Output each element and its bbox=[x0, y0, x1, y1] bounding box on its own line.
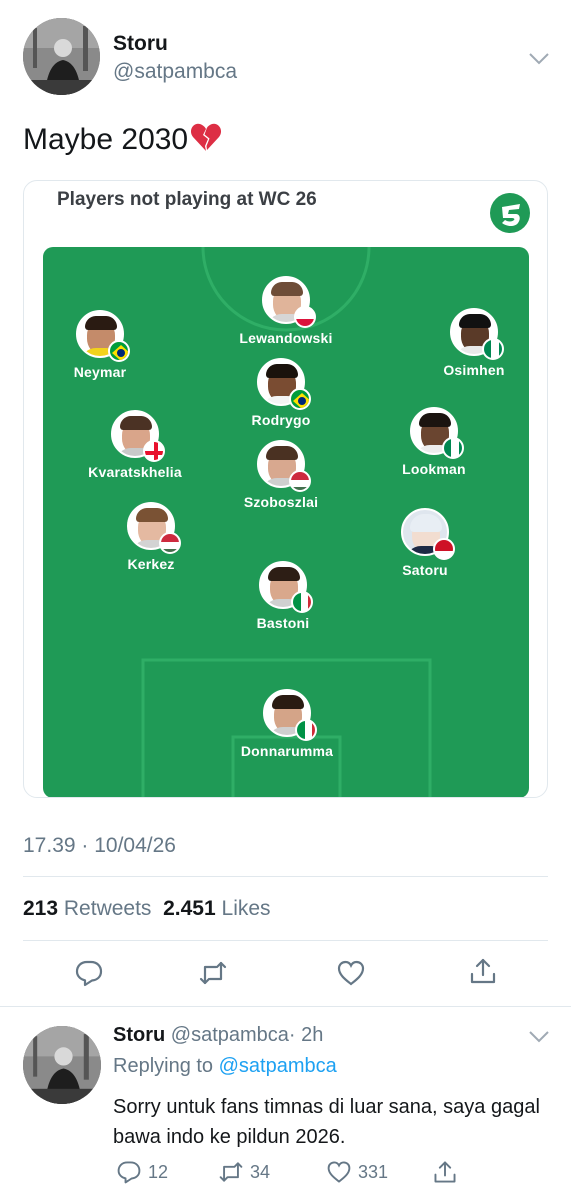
replying-to: Replying to @satpambca bbox=[113, 1055, 337, 1078]
author-name[interactable]: Storu bbox=[113, 32, 168, 56]
georgia-flag-icon bbox=[143, 440, 165, 462]
tweet-timestamp[interactable]: 17.39 · 10/04/26 bbox=[23, 834, 176, 858]
reply-like-button[interactable]: 331 bbox=[326, 1158, 388, 1186]
brazil-flag-icon bbox=[289, 388, 311, 410]
player-name: Lookman bbox=[402, 461, 466, 477]
share-icon bbox=[470, 958, 496, 984]
player-name: Rodrygo bbox=[251, 412, 311, 428]
tweet-stats: 213 Retweets 2.451 Likes bbox=[23, 897, 271, 921]
italy-flag-icon bbox=[291, 591, 313, 613]
reply-author-avatar[interactable] bbox=[23, 1026, 101, 1104]
player-name: Kerkez bbox=[127, 556, 175, 572]
replying-prefix: Replying to bbox=[113, 1055, 214, 1077]
like-button[interactable] bbox=[336, 958, 366, 988]
hungary-flag-icon bbox=[289, 470, 311, 492]
reply-reply-button[interactable]: 12 bbox=[116, 1158, 168, 1186]
player-name: Lewandowski bbox=[239, 330, 333, 346]
reply-text: Sorry untuk fans timnas di luar sana, sa… bbox=[113, 1096, 540, 1148]
retweet-count: 34 bbox=[250, 1161, 271, 1182]
app-logo-icon bbox=[490, 193, 530, 233]
retweets-label[interactable]: Retweets bbox=[64, 897, 152, 920]
hungary-flag-icon bbox=[159, 532, 181, 554]
share-icon bbox=[434, 1161, 456, 1183]
author-avatar[interactable] bbox=[23, 18, 100, 95]
reply-author-name[interactable]: Storu bbox=[113, 1024, 165, 1046]
media-card[interactable]: Players not playing at WC 26 Lewandowski… bbox=[23, 180, 548, 798]
tweet-text: Maybe 2030 bbox=[23, 122, 222, 157]
tweet-text-content: Maybe 2030 bbox=[23, 123, 189, 156]
player-name: Bastoni bbox=[256, 615, 310, 631]
retweet-icon bbox=[219, 1162, 243, 1182]
reply-icon bbox=[117, 1161, 141, 1184]
reply-header: Storu @satpambca· 2h bbox=[113, 1024, 323, 1047]
indonesia-flag-icon bbox=[433, 538, 455, 560]
likes-label[interactable]: Likes bbox=[222, 897, 271, 920]
nigeria-flag-icon bbox=[442, 437, 464, 459]
broken-heart-icon bbox=[191, 123, 222, 151]
player-name: Satoru bbox=[402, 562, 448, 578]
card-title: Players not playing at WC 26 bbox=[57, 189, 317, 210]
divider bbox=[23, 940, 548, 941]
player-name: Kvaratskhelia bbox=[88, 464, 182, 480]
author-handle[interactable]: @satpambca bbox=[113, 60, 237, 84]
chevron-down-icon[interactable] bbox=[528, 1030, 550, 1044]
likes-count[interactable]: 2.451 bbox=[163, 897, 216, 920]
reply-time: · 2h bbox=[288, 1024, 324, 1046]
retweet-icon bbox=[199, 961, 227, 985]
chevron-down-icon[interactable] bbox=[528, 52, 550, 66]
retweet-button[interactable] bbox=[198, 958, 228, 988]
share-button[interactable] bbox=[468, 956, 498, 986]
player-name: Osimhen bbox=[443, 362, 505, 378]
reply-count: 12 bbox=[148, 1161, 169, 1182]
nigeria-flag-icon bbox=[482, 338, 504, 360]
reply-author-handle[interactable]: @satpambca bbox=[171, 1024, 289, 1046]
reply-retweet-button[interactable]: 34 bbox=[218, 1158, 270, 1186]
player-name: Szoboszlai bbox=[243, 494, 319, 510]
player-name: Neymar bbox=[73, 364, 127, 380]
divider bbox=[23, 876, 548, 877]
reply-share-button[interactable] bbox=[432, 1158, 464, 1186]
brazil-flag-icon bbox=[108, 340, 130, 362]
pitch: Lewandowski Neymar Osimhen Rodrygo Kvara… bbox=[43, 247, 529, 797]
like-icon bbox=[337, 960, 365, 986]
replying-to-link[interactable]: @satpambca bbox=[219, 1055, 337, 1077]
retweets-count[interactable]: 213 bbox=[23, 897, 58, 920]
poland-flag-icon bbox=[294, 306, 316, 328]
like-count: 331 bbox=[358, 1161, 389, 1182]
like-icon bbox=[327, 1161, 351, 1183]
italy-flag-icon bbox=[295, 719, 317, 741]
section-divider bbox=[0, 1006, 571, 1007]
player-name: Donnarumma bbox=[240, 743, 334, 759]
reply-icon bbox=[75, 960, 103, 987]
reply-button[interactable] bbox=[74, 958, 104, 988]
